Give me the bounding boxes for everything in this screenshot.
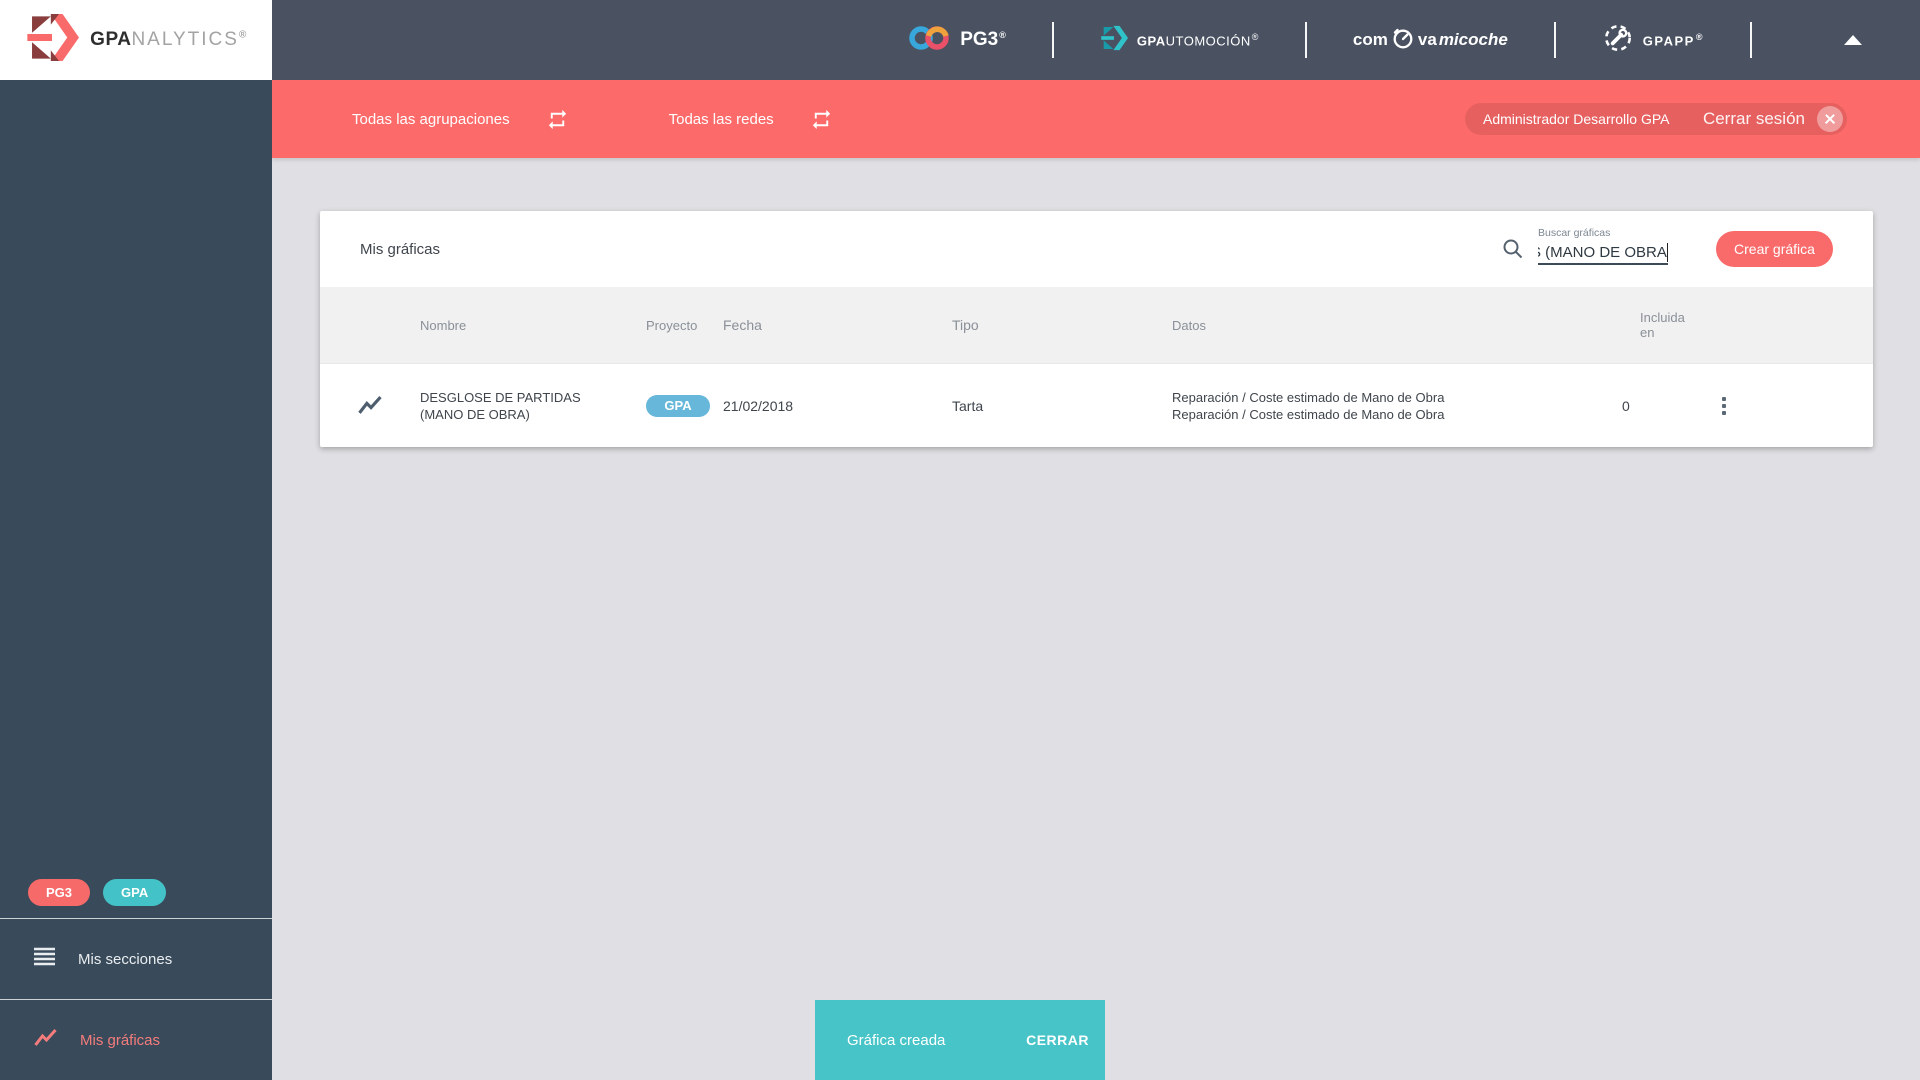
comprovamicoche-label: com va micoche <box>1353 25 1508 56</box>
row-type: Tarta <box>952 397 984 414</box>
stopwatch-icon <box>1390 25 1416 56</box>
search-field: Buscar gráficas <box>1538 227 1668 265</box>
pg3-label: PG3® <box>960 29 1006 50</box>
project-badge: GPA <box>646 394 710 417</box>
comprovamicoche-logo[interactable]: com va micoche <box>1353 25 1508 56</box>
row-data: Reparación / Coste estimado de Mano de O… <box>1172 389 1590 423</box>
gpanalytics-logo[interactable]: GPANALYTICS® <box>0 0 272 80</box>
sidebar: PG3 GPA Mis secciones Mis gráficas <box>0 80 272 1080</box>
divider <box>1553 22 1556 58</box>
row-project: GPA <box>646 394 723 417</box>
gpautomocion-arrow-icon <box>1100 25 1128 56</box>
gpautomocion-logo[interactable]: GPAUTOMOCIÓN® <box>1100 25 1259 56</box>
column-proyecto: Proyecto <box>646 317 698 333</box>
gpautomocion-label: GPAUTOMOCIÓN® <box>1136 31 1259 49</box>
chart-line-icon <box>33 1028 58 1053</box>
sidebar-badges: PG3 GPA <box>28 879 167 906</box>
pg3-logo[interactable]: PG3® <box>907 22 1006 59</box>
toast-message: Gráfica creada <box>847 1031 946 1049</box>
toast-close-button[interactable]: CERRAR <box>1026 1032 1089 1048</box>
card-header: Mis gráficas Buscar gráficas Crear gráfi… <box>320 211 1873 287</box>
text-caret <box>1667 243 1668 262</box>
column-fecha: Fecha <box>723 317 762 333</box>
row-menu-kebab-icon[interactable] <box>1717 396 1731 415</box>
table-row[interactable]: DESGLOSE DE PARTIDAS (MANO DE OBRA) GPA … <box>320 363 1873 447</box>
sidebar-item-mis-secciones[interactable]: Mis secciones <box>0 918 272 999</box>
divider <box>1051 22 1054 58</box>
row-data-line: Reparación / Coste estimado de Mano de O… <box>1172 389 1445 405</box>
sidebar-item-label: Mis secciones <box>78 950 173 968</box>
gpapp-label: GPAPP® <box>1642 31 1704 49</box>
divider <box>1750 22 1752 58</box>
column-tipo: Tipo <box>952 317 979 333</box>
badge-pg3[interactable]: PG3 <box>28 879 91 906</box>
partner-logo-bar: PG3® GPAUTOMOCIÓN® com va micoche GPAPP® <box>272 0 1920 80</box>
gpapp-wrench-icon <box>1602 22 1634 59</box>
user-name: Administrador Desarrollo GPA <box>1483 111 1670 127</box>
logout-button[interactable]: Cerrar sesión <box>1703 109 1805 129</box>
page-title: Mis gráficas <box>360 240 441 258</box>
divider <box>1304 22 1307 58</box>
swap-networks-icon[interactable] <box>810 108 833 131</box>
row-data-line: Reparación / Coste estimado de Mano de O… <box>1172 406 1445 422</box>
toast-snackbar: Gráfica creada CERRAR <box>815 1000 1105 1080</box>
row-chart-icon <box>320 395 420 416</box>
row-name: DESGLOSE DE PARTIDAS (MANO DE OBRA) <box>420 389 581 422</box>
row-date: 21/02/2018 <box>723 397 794 414</box>
column-nombre: Nombre <box>420 317 467 333</box>
swap-groupings-icon[interactable] <box>546 108 569 131</box>
search-label: Buscar gráficas <box>1538 227 1611 239</box>
collapse-header-button[interactable] <box>1844 35 1862 45</box>
sidebar-item-label: Mis gráficas <box>80 1031 161 1049</box>
gpanalytics-arrow-icon <box>25 14 80 66</box>
user-session-pill: Administrador Desarrollo GPA Cerrar sesi… <box>1465 103 1847 135</box>
gpanalytics-wordmark: GPANALYTICS® <box>90 29 247 50</box>
create-chart-button[interactable]: Crear gráfica <box>1716 231 1833 267</box>
filter-bar: Todas las agrupaciones Todas las redes A… <box>272 80 1920 158</box>
table-header: Nombre Proyecto Fecha Tipo Datos Incluid… <box>320 287 1873 363</box>
logout-close-icon[interactable] <box>1817 106 1843 132</box>
filter-groupings[interactable]: Todas las agrupaciones <box>352 111 510 128</box>
sections-menu-icon <box>33 947 56 971</box>
sidebar-item-mis-graficas[interactable]: Mis gráficas <box>0 999 272 1080</box>
search-input[interactable] <box>1538 241 1668 265</box>
row-included-in: 0 <box>1622 397 1630 414</box>
badge-gpa[interactable]: GPA <box>103 879 167 906</box>
sidebar-nav: Mis secciones Mis gráficas <box>0 918 272 1080</box>
filter-networks[interactable]: Todas las redes <box>669 111 774 128</box>
top-header: GPANALYTICS® PG3® GPAUTOMOCIÓN® com va m… <box>0 0 1920 80</box>
gpapp-logo[interactable]: GPAPP® <box>1602 22 1704 59</box>
column-incluida-en: Incluida en <box>1640 310 1685 340</box>
charts-card: Mis gráficas Buscar gráficas Crear gráfi… <box>320 211 1873 447</box>
column-datos: Datos <box>1172 317 1206 333</box>
pg3-infinity-icon <box>907 22 951 59</box>
search-icon[interactable] <box>1501 237 1525 261</box>
